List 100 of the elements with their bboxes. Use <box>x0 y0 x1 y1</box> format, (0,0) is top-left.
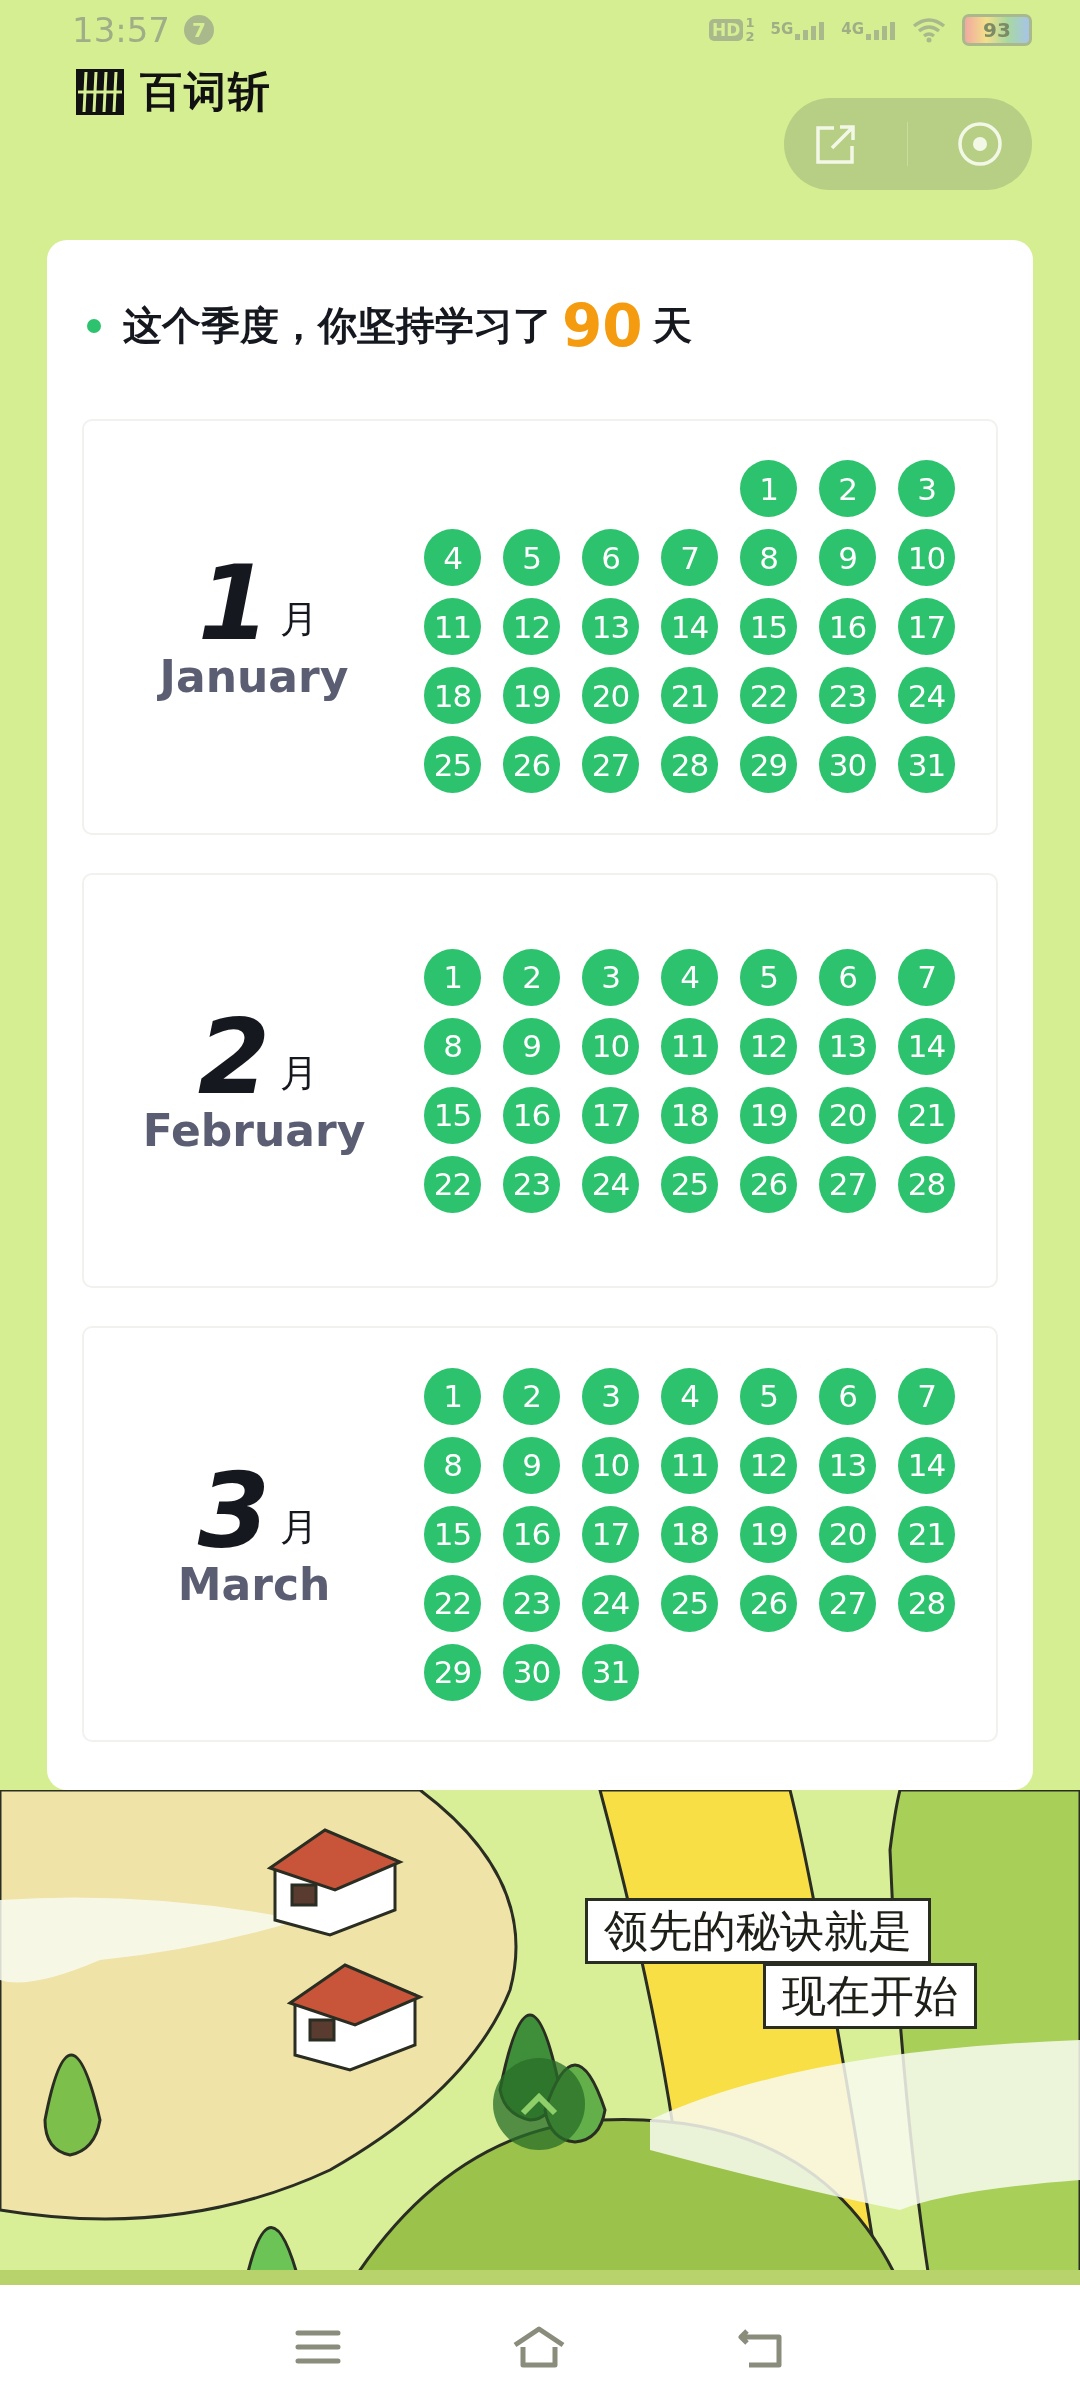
day-circle: 16 <box>503 1086 560 1144</box>
day-circle: 20 <box>819 1086 876 1144</box>
day-circle: 21 <box>898 1086 955 1144</box>
day-circle: 12 <box>740 1436 797 1494</box>
day-circle: 6 <box>819 948 876 1006</box>
day-circle: 23 <box>503 1574 560 1632</box>
day-circle: 23 <box>819 667 876 725</box>
day-circle: 3 <box>898 460 955 518</box>
day-circle: 28 <box>898 1574 955 1632</box>
day-circle: 19 <box>503 667 560 725</box>
day-circle: 19 <box>740 1505 797 1563</box>
day-circle: 8 <box>740 529 797 587</box>
day-circle: 9 <box>503 1436 560 1494</box>
day-circle: 2 <box>503 948 560 1006</box>
home-button[interactable] <box>511 2324 567 2369</box>
day-circle: 17 <box>582 1086 639 1144</box>
day-circle: 26 <box>740 1574 797 1632</box>
day-circle: 21 <box>661 667 718 725</box>
chevron-up-icon <box>519 2091 559 2117</box>
menu-icon <box>295 2328 341 2365</box>
day-circle: 11 <box>661 1436 718 1494</box>
cellular-signal-indicator: 5G <box>770 20 826 40</box>
day-circle: 2 <box>503 1367 560 1425</box>
day-circle: 4 <box>661 948 718 1006</box>
day-circle: 15 <box>424 1086 481 1144</box>
day-circle: 15 <box>740 598 797 656</box>
day-circle: 22 <box>424 1574 481 1632</box>
logo-icon <box>76 69 124 115</box>
day-circle: 11 <box>661 1017 718 1075</box>
day-circle: 6 <box>582 529 639 587</box>
day-circle: 21 <box>898 1505 955 1563</box>
study-day-count: 90 <box>562 292 643 360</box>
day-circle: 7 <box>661 529 718 587</box>
day-circle: 25 <box>424 736 481 794</box>
day-circle: 27 <box>819 1574 876 1632</box>
day-circle: 20 <box>819 1505 876 1563</box>
menu-button[interactable] <box>295 2328 341 2365</box>
day-circle: 3 <box>582 1367 639 1425</box>
day-circle: 31 <box>582 1643 639 1701</box>
day-circle: 11 <box>424 598 481 656</box>
day-circle: 24 <box>582 1155 639 1213</box>
day-circle: 25 <box>661 1574 718 1632</box>
day-circle: 24 <box>582 1574 639 1632</box>
day-circle: 1 <box>740 460 797 518</box>
day-circle: 14 <box>898 1436 955 1494</box>
day-circle: 13 <box>819 1436 876 1494</box>
battery-indicator: 93 <box>962 14 1032 46</box>
day-circle: 29 <box>424 1643 481 1701</box>
day-circle: 22 <box>424 1155 481 1213</box>
day-circle: 18 <box>661 1505 718 1563</box>
day-circle: 24 <box>898 667 955 725</box>
day-circle: 13 <box>819 1017 876 1075</box>
day-circle: 10 <box>582 1017 639 1075</box>
day-circle: 26 <box>503 736 560 794</box>
wifi-icon <box>912 17 946 43</box>
cellular-signal-indicator: 4G <box>841 20 896 40</box>
target-icon <box>956 121 1003 167</box>
day-circle: 5 <box>740 948 797 1006</box>
summary-unit: 天 <box>652 302 692 350</box>
day-circle: 5 <box>740 1367 797 1425</box>
month-unit: 月 <box>280 596 319 644</box>
day-circle: 13 <box>582 598 639 656</box>
day-circle: 16 <box>503 1505 560 1563</box>
day-circle: 12 <box>740 1017 797 1075</box>
day-circle: 17 <box>898 598 955 656</box>
day-circle: 20 <box>582 667 639 725</box>
month-unit: 月 <box>280 1050 319 1097</box>
day-circle: 1 <box>424 1367 481 1425</box>
day-circle: 16 <box>819 598 876 656</box>
day-circle: 8 <box>424 1436 481 1494</box>
day-circle: 10 <box>898 529 955 587</box>
day-circle: 3 <box>582 948 639 1006</box>
day-circle: 27 <box>819 1155 876 1213</box>
day-circle: 4 <box>661 1367 718 1425</box>
day-circle: 22 <box>740 667 797 725</box>
day-circle: 8 <box>424 1017 481 1075</box>
day-circle: 14 <box>661 598 718 656</box>
day-circle: 29 <box>740 736 797 794</box>
month-unit: 月 <box>280 1503 319 1551</box>
day-circle: 25 <box>661 1155 718 1213</box>
day-circle: 28 <box>661 736 718 794</box>
day-circle: 10 <box>582 1436 639 1494</box>
day-circle: 6 <box>819 1367 876 1425</box>
day-circle: 9 <box>819 529 876 587</box>
day-circle: 23 <box>503 1155 560 1213</box>
clock-time: 13:57 <box>72 10 170 50</box>
day-circle: 18 <box>424 667 481 725</box>
day-circle: 28 <box>898 1155 955 1213</box>
day-circle: 14 <box>898 1017 955 1075</box>
day-circle: 18 <box>661 1086 718 1144</box>
day-circle: 27 <box>582 736 639 794</box>
day-circle: 1 <box>424 948 481 1006</box>
day-circle: 4 <box>424 529 481 587</box>
day-circle: 30 <box>503 1643 560 1701</box>
share-icon <box>813 122 858 166</box>
summary-text: 这个季度，你坚持学习了 <box>123 302 552 350</box>
day-circle: 12 <box>503 598 560 656</box>
day-circle: 7 <box>898 948 955 1006</box>
bullet-dot-icon <box>87 319 101 333</box>
day-circle: 15 <box>424 1505 481 1563</box>
